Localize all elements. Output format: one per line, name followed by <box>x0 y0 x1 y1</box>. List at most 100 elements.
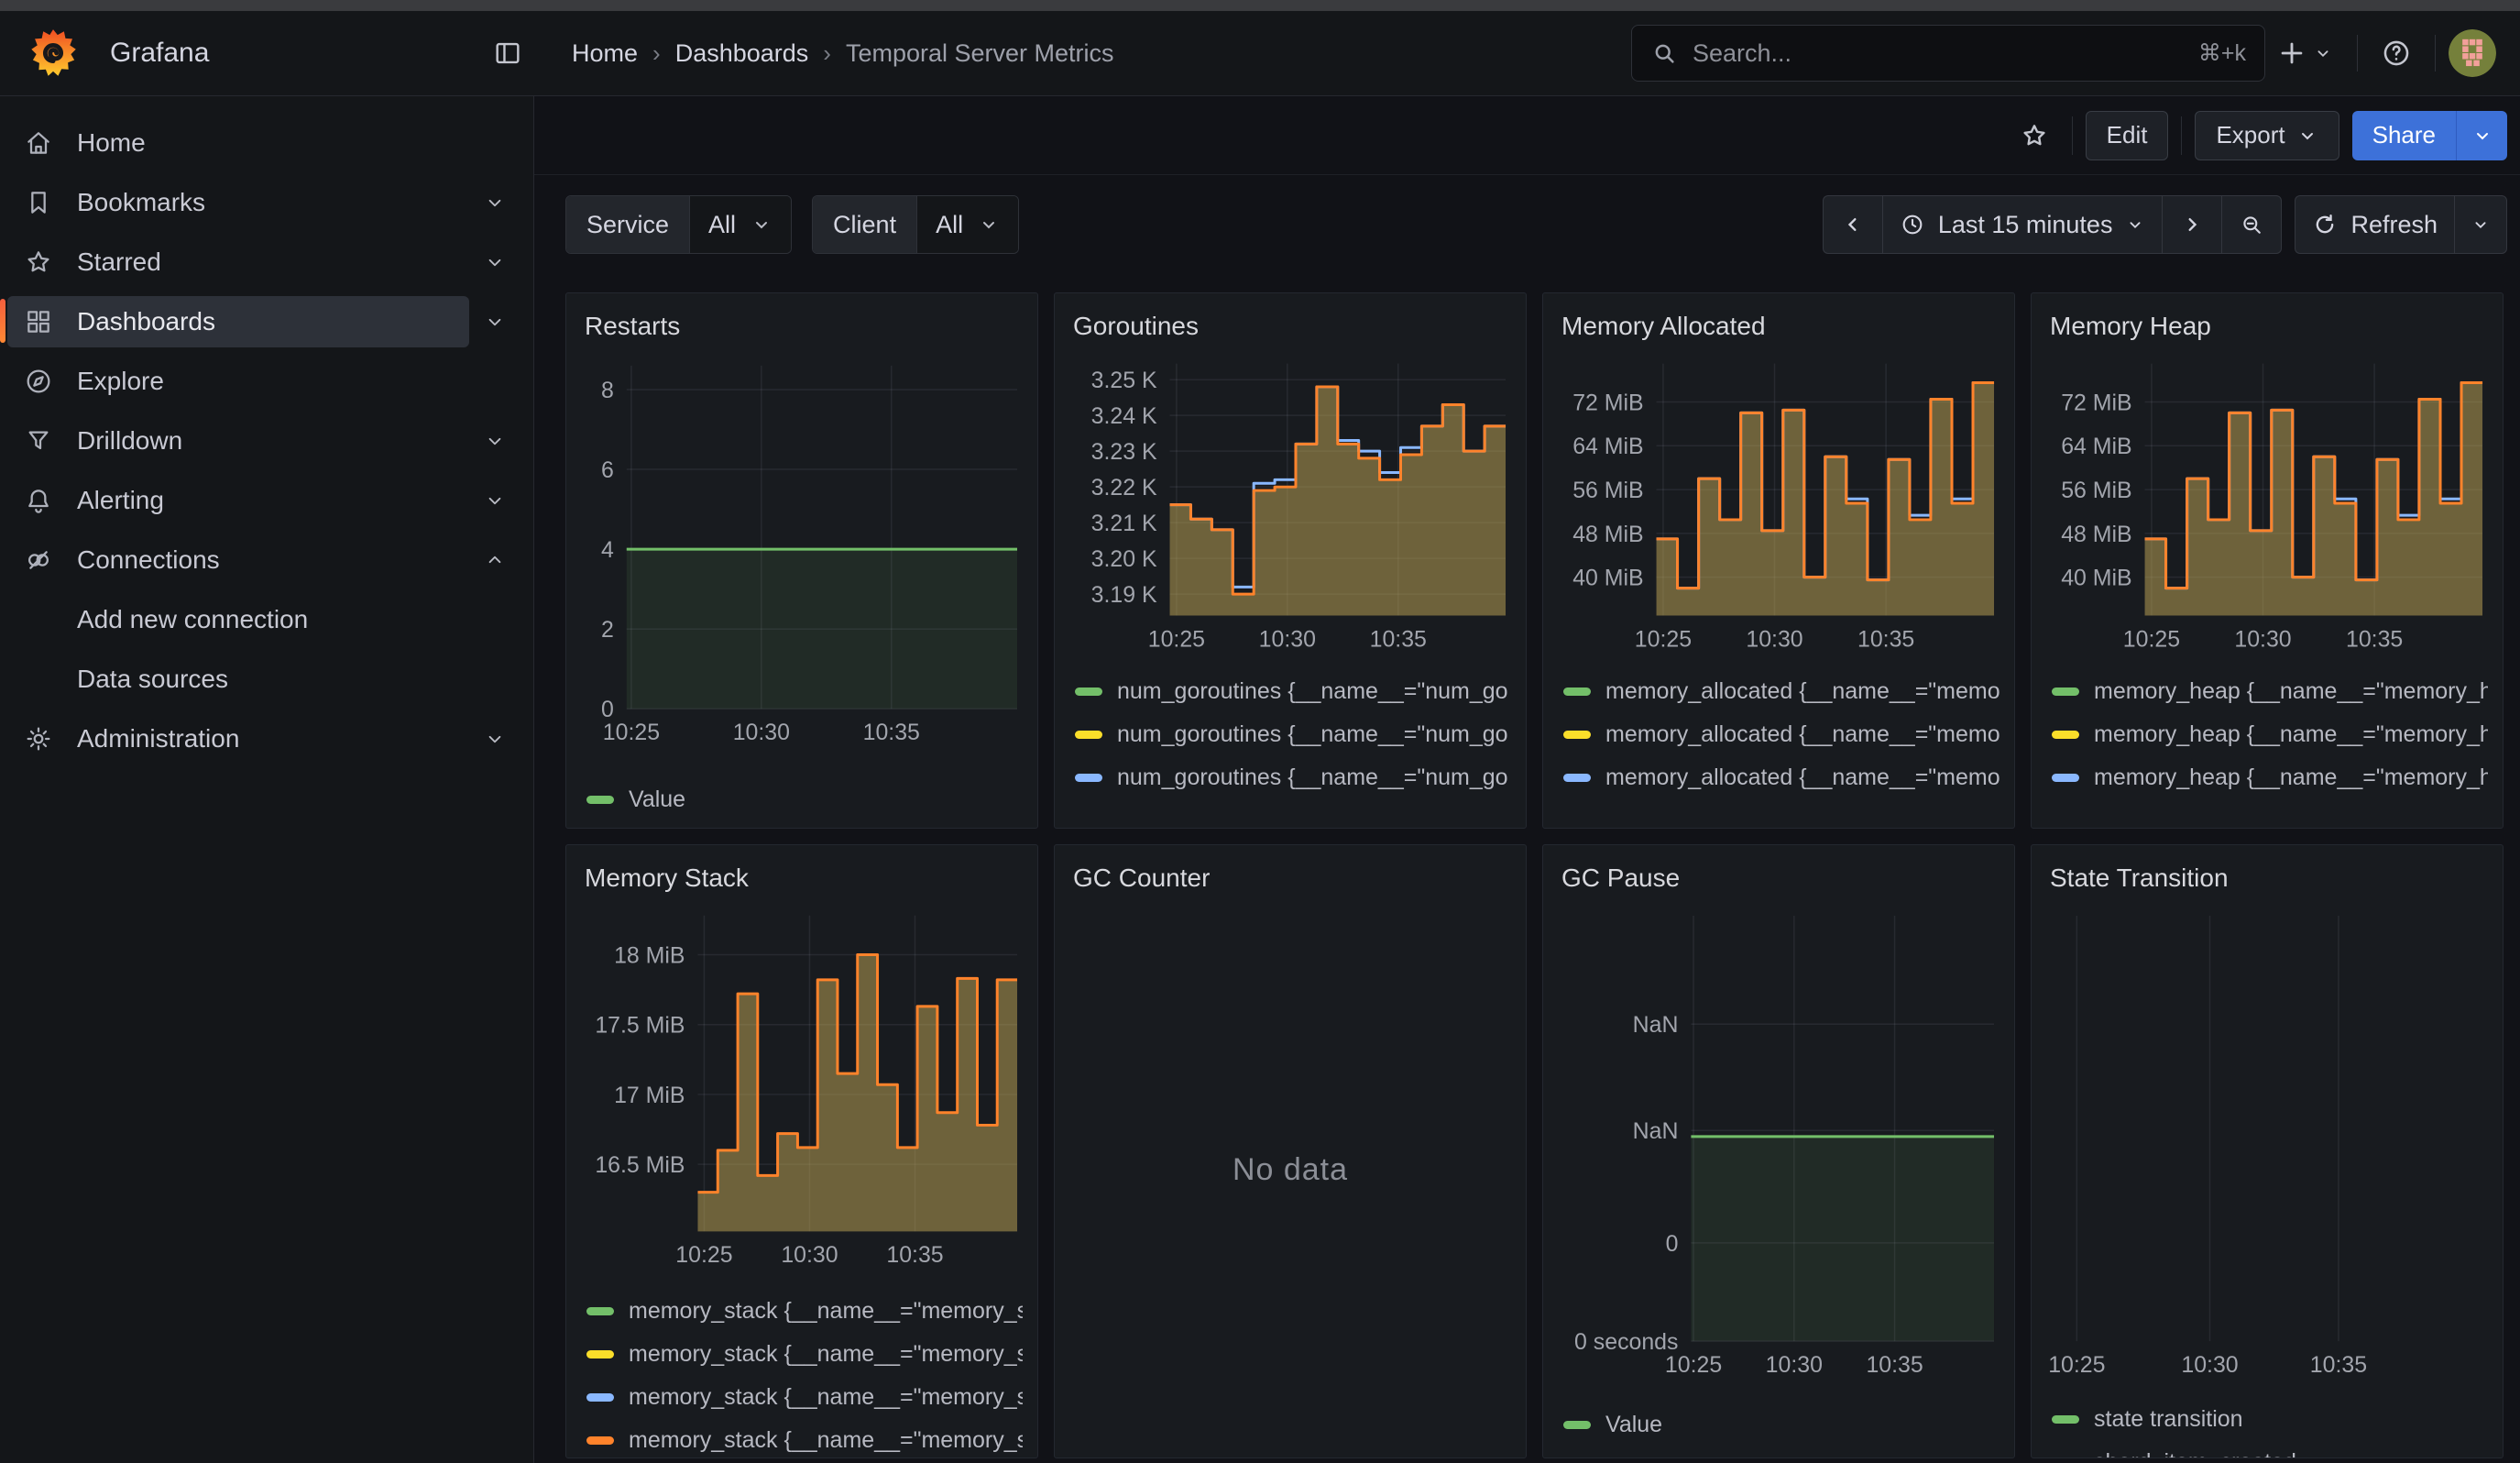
time-back-button[interactable] <box>1823 195 1882 254</box>
legend-item[interactable]: num_goroutines {__name__="num_go <box>1075 670 1511 713</box>
legend-item[interactable]: memory_stack {__name__="memory_s <box>586 1290 1023 1333</box>
series-swatch <box>2052 688 2079 696</box>
panel-goroutines: Goroutines 3.19 K3.20 K3.21 K3.22 K3.23 … <box>1054 292 1527 829</box>
svg-text:10:35: 10:35 <box>2310 1352 2367 1378</box>
legend-item[interactable]: num_goroutines {__name__="num_go <box>1075 799 1511 808</box>
sidebar-item-drilldown[interactable]: Drilldown <box>7 415 469 467</box>
clock-icon <box>1900 212 1925 237</box>
share-split-button: Share <box>2352 111 2507 160</box>
svg-text:18 MiB: 18 MiB <box>614 942 685 968</box>
sidebar-toggle-icon[interactable] <box>482 28 533 79</box>
chevron-down-icon[interactable] <box>469 415 520 467</box>
legend-item[interactable]: memory_stack {__name__="memory_s <box>586 1419 1023 1458</box>
series-label: Value <box>1605 1412 1662 1438</box>
chart[interactable]: 10:25 10:30 10:35 <box>2046 906 2488 1387</box>
chevron-down-icon[interactable] <box>469 296 520 347</box>
series-swatch <box>2052 774 2079 782</box>
legend-item[interactable]: memory_stack {__name__="memory_s <box>586 1333 1023 1376</box>
legend-item[interactable]: memory_allocated {__name__="memo <box>1563 670 2000 713</box>
star-dashboard-button[interactable] <box>2010 111 2059 160</box>
time-forward-button[interactable] <box>2162 195 2221 254</box>
sidebar-item-connections[interactable]: Connections <box>7 534 469 586</box>
search-input[interactable] <box>1693 39 2198 68</box>
svg-text:16.5 MiB: 16.5 MiB <box>595 1152 685 1178</box>
sidebar-item-bookmarks[interactable]: Bookmarks <box>7 177 469 228</box>
panel-title[interactable]: Goroutines <box>1069 304 1511 341</box>
series-label: memory_allocated {__name__="memo <box>1605 764 2000 791</box>
sidebar-item-administration[interactable]: Administration <box>7 713 469 764</box>
sidebar-item-add-new-connection[interactable]: Add new connection <box>7 594 520 645</box>
chevron-up-icon[interactable] <box>469 534 520 586</box>
export-button[interactable]: Export <box>2195 111 2339 160</box>
legend-item[interactable]: memory_heap {__name__="memory_h <box>2052 756 2488 799</box>
chart[interactable]: 40 MiB48 MiB56 MiB64 MiB72 MiB10:2510:30… <box>1558 354 2000 661</box>
sidebar-item-home[interactable]: Home <box>7 117 520 169</box>
breadcrumb-item[interactable]: Home <box>572 39 638 68</box>
sidebar-item-explore[interactable]: Explore <box>7 356 520 407</box>
share-menu-button[interactable] <box>2456 111 2507 160</box>
sidebar-item-data-sources[interactable]: Data sources <box>7 654 520 705</box>
legend-item[interactable]: state transition <box>2052 1398 2488 1441</box>
panel-title[interactable]: Memory Heap <box>2046 304 2488 341</box>
svg-text:10:25: 10:25 <box>1635 626 1692 652</box>
series-label: memory_heap {__name__="memory_h <box>2094 764 2488 791</box>
sidebar-item-alerting[interactable]: Alerting <box>7 475 469 526</box>
zoom-out-button[interactable] <box>2221 195 2282 254</box>
panel-title[interactable]: Memory Stack <box>581 856 1023 893</box>
panel-title[interactable]: State Transition <box>2046 856 2488 893</box>
bell-icon <box>24 486 53 515</box>
legend-item[interactable]: memory_heap {__name__="memory_h <box>2052 713 2488 756</box>
variable-service[interactable]: ServiceAll <box>565 195 792 254</box>
variable-value[interactable]: All <box>690 196 791 253</box>
share-button[interactable]: Share <box>2352 111 2456 160</box>
legend-item[interactable]: memory_allocated {__name__="memo <box>1563 756 2000 799</box>
chart[interactable]: 0246810:2510:3010:35 <box>581 356 1023 754</box>
refresh-interval-button[interactable] <box>2454 195 2507 254</box>
series-swatch <box>1075 688 1102 696</box>
legend-item[interactable]: memory_heap {__name__="memory_h <box>2052 799 2488 808</box>
series-label: Value <box>629 786 685 813</box>
grafana-logo-icon[interactable] <box>27 28 79 79</box>
chart[interactable]: 3.19 K3.20 K3.21 K3.22 K3.23 K3.24 K3.25… <box>1069 354 1511 661</box>
chevron-down-icon[interactable] <box>469 475 520 526</box>
legend-item[interactable]: num_goroutines {__name__="num_go <box>1075 713 1511 756</box>
legend-item[interactable]: num_goroutines {__name__="num_go <box>1075 756 1511 799</box>
avatar[interactable] <box>2449 29 2496 77</box>
sidebar: Home Bookmarks Starred Dashboards Explore Dri… <box>0 96 534 1463</box>
legend-item[interactable]: Value <box>586 778 1023 821</box>
help-icon[interactable] <box>2371 28 2422 79</box>
new-button[interactable] <box>2265 28 2344 79</box>
legend-item[interactable]: shard_item_created <box>2052 1441 2488 1458</box>
sidebar-item-label: Starred <box>77 248 161 277</box>
variable-value[interactable]: All <box>917 196 1018 253</box>
refresh-button[interactable]: Refresh <box>2295 195 2454 254</box>
breadcrumb-item[interactable]: Dashboards <box>675 39 809 68</box>
sidebar-item-dashboards[interactable]: Dashboards <box>7 296 469 347</box>
panel-title[interactable]: Memory Allocated <box>1558 304 2000 341</box>
search-box[interactable]: ⌘+k <box>1631 25 2265 82</box>
sidebar-item-starred[interactable]: Starred <box>7 236 469 288</box>
edit-button[interactable]: Edit <box>2086 111 2169 160</box>
svg-text:10:30: 10:30 <box>2181 1352 2238 1378</box>
time-range-picker[interactable]: Last 15 minutes <box>1882 195 2163 254</box>
chevron-down-icon[interactable] <box>469 713 520 764</box>
sidebar-item-label: Data sources <box>77 665 228 694</box>
variable-client[interactable]: ClientAll <box>812 195 1019 254</box>
panel-title[interactable]: Restarts <box>581 304 1023 341</box>
legend-item[interactable]: Value <box>1563 1403 2000 1446</box>
chevron-down-icon[interactable] <box>469 177 520 228</box>
panel-title[interactable]: GC Pause <box>1558 856 2000 893</box>
legend-item[interactable]: memory_allocated {__name__="memo <box>1563 799 2000 808</box>
chevron-down-icon[interactable] <box>469 236 520 288</box>
svg-text:10:25: 10:25 <box>2048 1352 2105 1378</box>
legend-item[interactable]: memory_allocated {__name__="memo <box>1563 713 2000 756</box>
breadcrumb-separator: › <box>652 39 661 68</box>
svg-text:10:30: 10:30 <box>1766 1352 1823 1378</box>
legend-item[interactable]: memory_stack {__name__="memory_s <box>586 1376 1023 1419</box>
chart[interactable]: 0 seconds0NaNNaN10:2510:3010:35 <box>1558 906 2000 1387</box>
panel-title[interactable]: GC Counter <box>1069 856 1511 893</box>
legend-item[interactable]: memory_heap {__name__="memory_h <box>2052 670 2488 713</box>
chart[interactable]: 16.5 MiB17 MiB17.5 MiB18 MiB10:2510:3010… <box>581 906 1023 1277</box>
legend: state transitionshard_item_created <box>2046 1398 2488 1458</box>
chart[interactable]: 40 MiB48 MiB56 MiB64 MiB72 MiB10:2510:30… <box>2046 354 2488 661</box>
